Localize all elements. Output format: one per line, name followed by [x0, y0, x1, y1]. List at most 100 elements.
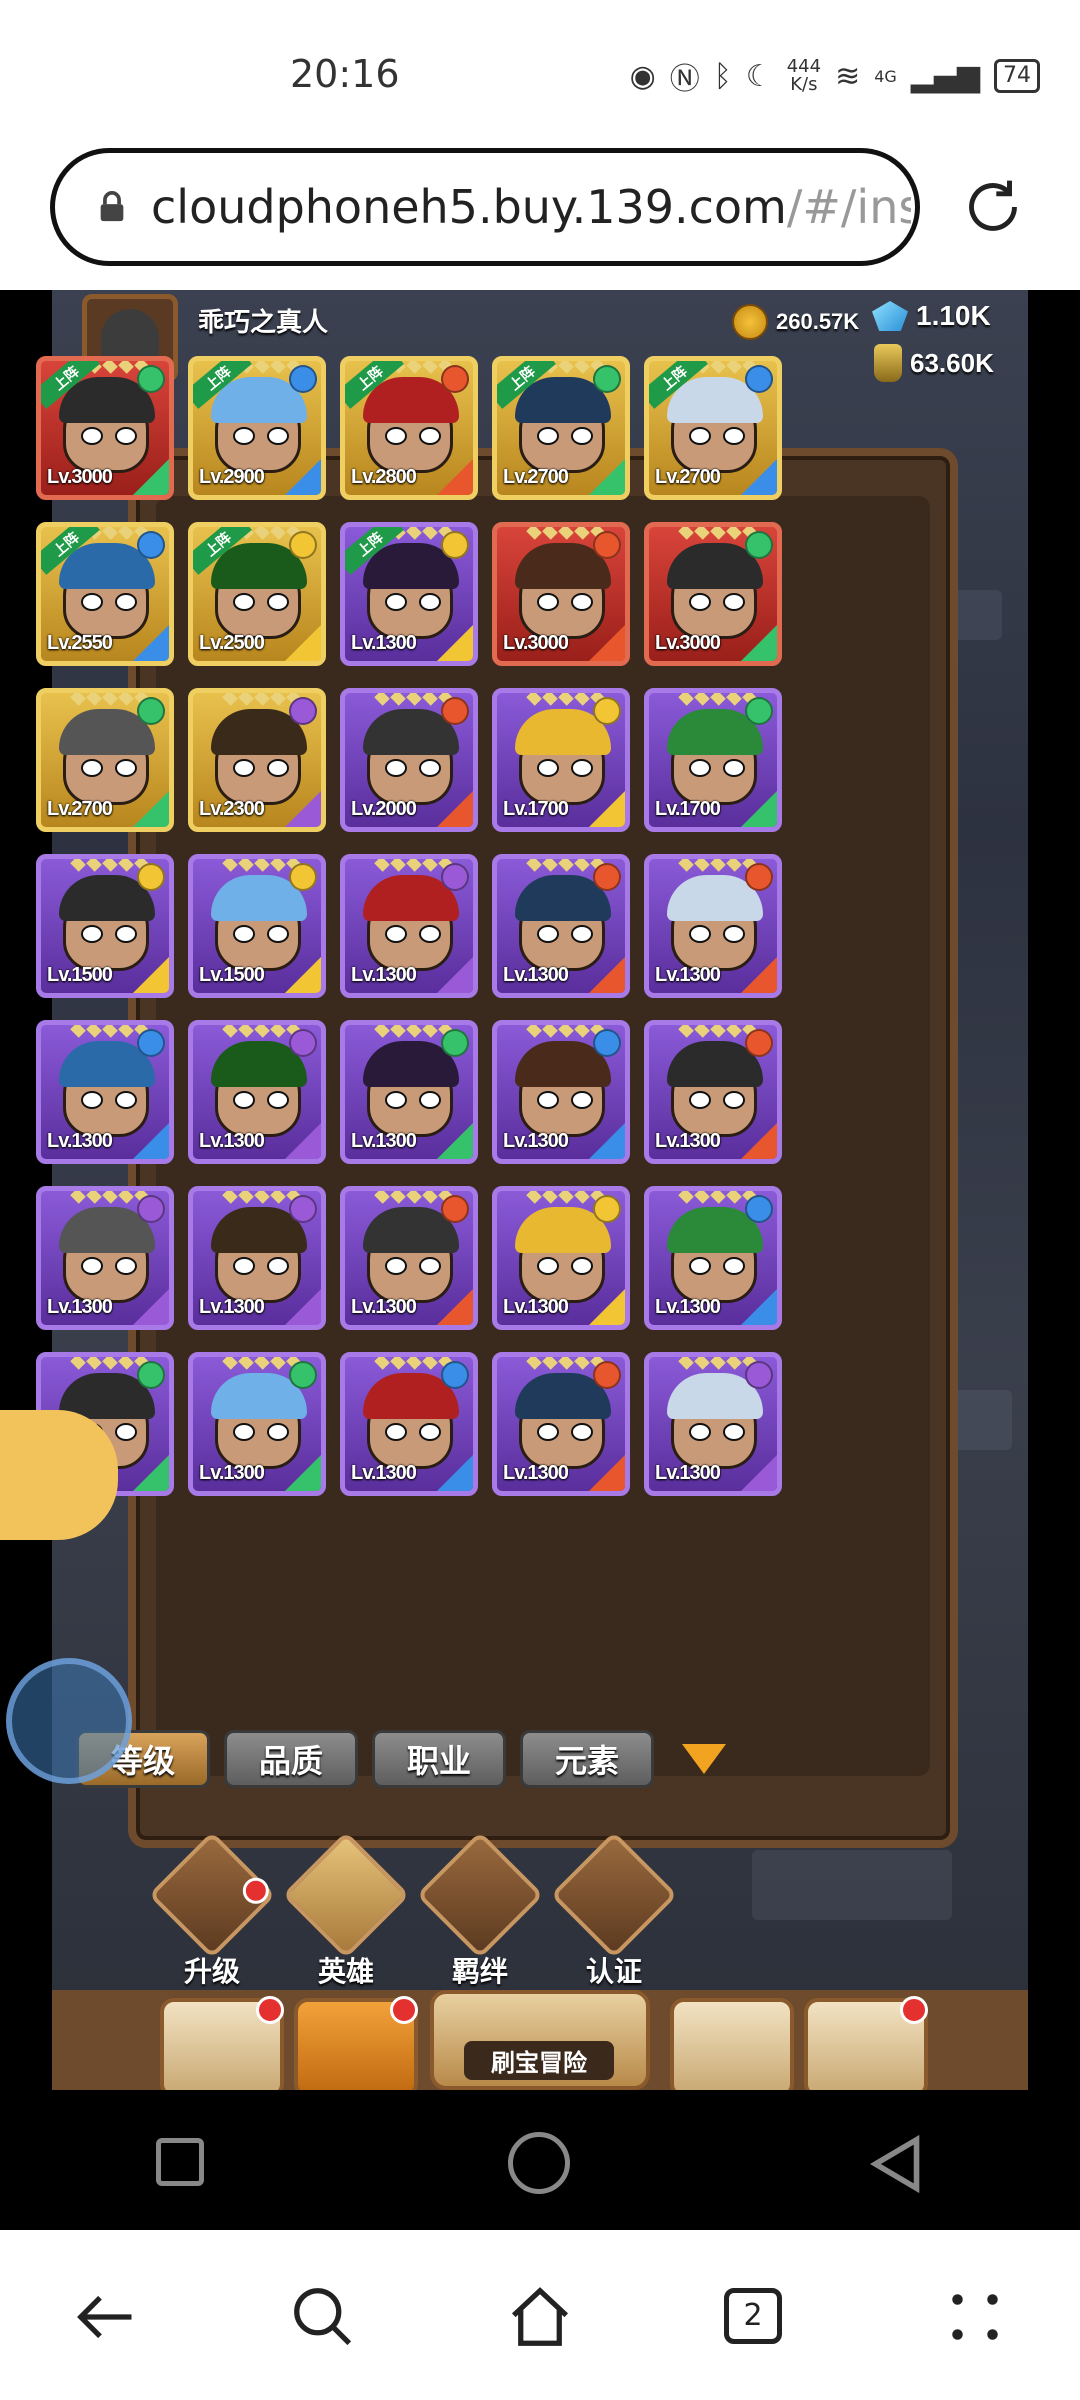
hero-eyes [385, 1423, 441, 1441]
bluetooth-icon: ᛒ [713, 58, 732, 94]
hero-card[interactable]: 上阵 Lv.2800 [340, 356, 478, 500]
hero-card[interactable]: 上阵 Lv.2550 [36, 522, 174, 666]
filter-class-button[interactable]: 职业 [372, 1730, 506, 1788]
hero-card[interactable]: Lv.1300 [36, 1020, 174, 1164]
hero-card[interactable]: Lv.1500 [36, 854, 174, 998]
hero-card[interactable]: Lv.1300 [188, 1352, 326, 1496]
hero-card[interactable]: 上阵 Lv.2900 [188, 356, 326, 500]
floating-wifi-button[interactable] [6, 1658, 132, 1784]
hero-eyes [233, 1423, 289, 1441]
potion-icon [874, 344, 902, 382]
hero-eyes [385, 925, 441, 943]
hero-card[interactable]: Lv.3000 [644, 522, 782, 666]
hero-card[interactable]: Lv.3000 [492, 522, 630, 666]
search-icon[interactable] [288, 2282, 358, 2352]
hero-card[interactable]: Lv.1300 [644, 1186, 782, 1330]
hero-eyes [689, 1257, 745, 1275]
hero-level: Lv.2000 [351, 798, 417, 820]
hero-card[interactable]: Lv.1300 [644, 854, 782, 998]
nav-heroes[interactable]: 英雄 [282, 1831, 410, 1990]
more-menu-icon[interactable] [940, 2282, 1010, 2352]
hero-level: Lv.1300 [655, 1130, 721, 1152]
fire-element-icon [593, 863, 621, 891]
hero-card[interactable]: Lv.1300 [340, 1020, 478, 1164]
hero-level: Lv.1300 [351, 1462, 417, 1484]
nav-certify[interactable]: 认证 [550, 1831, 678, 1990]
game-viewport[interactable]: 乖巧之真人 260.57K 1.10K 63.60K 上阵 Lv.3000 上阵 Lv… [0, 290, 1080, 2090]
fire-element-icon [745, 1029, 773, 1057]
hero-eyes [689, 593, 745, 611]
hero-level: Lv.1300 [351, 1296, 417, 1318]
hero-card[interactable]: 上阵 Lv.2700 [492, 356, 630, 500]
tab-heroes[interactable] [294, 1996, 418, 2090]
filter-element-button[interactable]: 元素 [520, 1730, 654, 1788]
hero-eyes [233, 1257, 289, 1275]
wind-element-icon [745, 531, 773, 559]
hero-card[interactable]: Lv.2000 [340, 688, 478, 832]
home-icon[interactable] [505, 2282, 575, 2352]
hero-card[interactable]: Lv.1300 [188, 1186, 326, 1330]
reload-icon[interactable] [960, 174, 1026, 240]
hero-level: Lv.1300 [199, 1462, 265, 1484]
hero-card[interactable]: Lv.1300 [492, 1186, 630, 1330]
hero-card[interactable]: Lv.1300 [340, 854, 478, 998]
hero-card[interactable]: Lv.1700 [492, 688, 630, 832]
hero-card[interactable]: 上阵 Lv.2700 [644, 356, 782, 500]
hero-eyes [233, 925, 289, 943]
filter-quality-button[interactable]: 品质 [224, 1730, 358, 1788]
tab-adventure[interactable]: 刷宝冒险 [430, 1990, 650, 2090]
status-icons: ◉ Ⓝ ᛒ ☾ 444 K/s ≋ 4G ▂▄▆ 74 [630, 54, 1040, 98]
hero-card[interactable]: Lv.2700 [36, 688, 174, 832]
hero-card[interactable]: 上阵 Lv.3000 [36, 356, 174, 500]
hero-level: Lv.3000 [503, 632, 569, 654]
hero-card[interactable]: 上阵 Lv.2500 [188, 522, 326, 666]
hero-level: Lv.1300 [503, 964, 569, 986]
nav-upgrade[interactable]: 升级 [148, 1831, 276, 1990]
game-bottom-tabs: 刷宝冒险 [52, 1990, 1028, 2090]
nav-bond[interactable]: 羁绊 [416, 1831, 544, 1990]
upgrade-icon [148, 1831, 276, 1959]
hero-card[interactable]: Lv.1300 [492, 1020, 630, 1164]
hero-card[interactable]: Lv.1500 [188, 854, 326, 998]
hero-card[interactable]: Lv.1300 [492, 1352, 630, 1496]
tabs-count-button[interactable]: 2 [724, 2288, 782, 2344]
hero-eyes [233, 593, 289, 611]
gold-value: 260.57K [776, 309, 860, 334]
hero-card[interactable]: Lv.1300 [340, 1352, 478, 1496]
hero-card[interactable]: Lv.1300 [644, 1020, 782, 1164]
hero-card[interactable]: Lv.1300 [36, 1186, 174, 1330]
nfc-icon: Ⓝ [669, 62, 700, 97]
signal-icon: ▂▄▆ [910, 58, 980, 94]
floating-event-button[interactable] [0, 1410, 118, 1540]
hero-level: Lv.2550 [47, 632, 113, 654]
eye-icon: ◉ [629, 58, 656, 94]
address-bar[interactable]: cloudphoneh5.buy.139.com/#/inst [50, 148, 920, 266]
notification-badge [237, 1872, 275, 1910]
tab-inventory[interactable] [670, 1998, 794, 2090]
hero-level: Lv.1300 [47, 1130, 113, 1152]
back-arrow-icon[interactable] [72, 2282, 142, 2352]
hero-card[interactable]: Lv.1300 [340, 1186, 478, 1330]
back-button[interactable] [868, 2134, 924, 2194]
hero-card[interactable]: Lv.1300 [188, 1020, 326, 1164]
recents-button[interactable] [156, 2138, 204, 2186]
hero-card[interactable]: 上阵 Lv.1300 [340, 522, 478, 666]
dropdown-arrow-icon[interactable] [682, 1744, 726, 1774]
gold-resource: 260.57K [732, 304, 859, 340]
hero-eyes [385, 593, 441, 611]
hero-eyes [689, 1423, 745, 1441]
water-element-icon [593, 1029, 621, 1057]
hero-card[interactable]: Lv.1700 [644, 688, 782, 832]
dark-element-icon [289, 1195, 317, 1223]
tab-shop[interactable] [160, 1996, 284, 2090]
fire-element-icon [745, 863, 773, 891]
hero-card[interactable]: Lv.1300 [644, 1352, 782, 1496]
dark-element-icon [289, 1029, 317, 1057]
hero-card[interactable]: Lv.1300 [492, 854, 630, 998]
home-button[interactable] [508, 2132, 570, 2194]
hero-level: Lv.1300 [655, 1462, 721, 1484]
tab-forge[interactable] [804, 1996, 928, 2090]
hero-eyes [689, 1091, 745, 1109]
hero-card[interactable]: Lv.2300 [188, 688, 326, 832]
moon-icon: ☾ [745, 58, 773, 94]
